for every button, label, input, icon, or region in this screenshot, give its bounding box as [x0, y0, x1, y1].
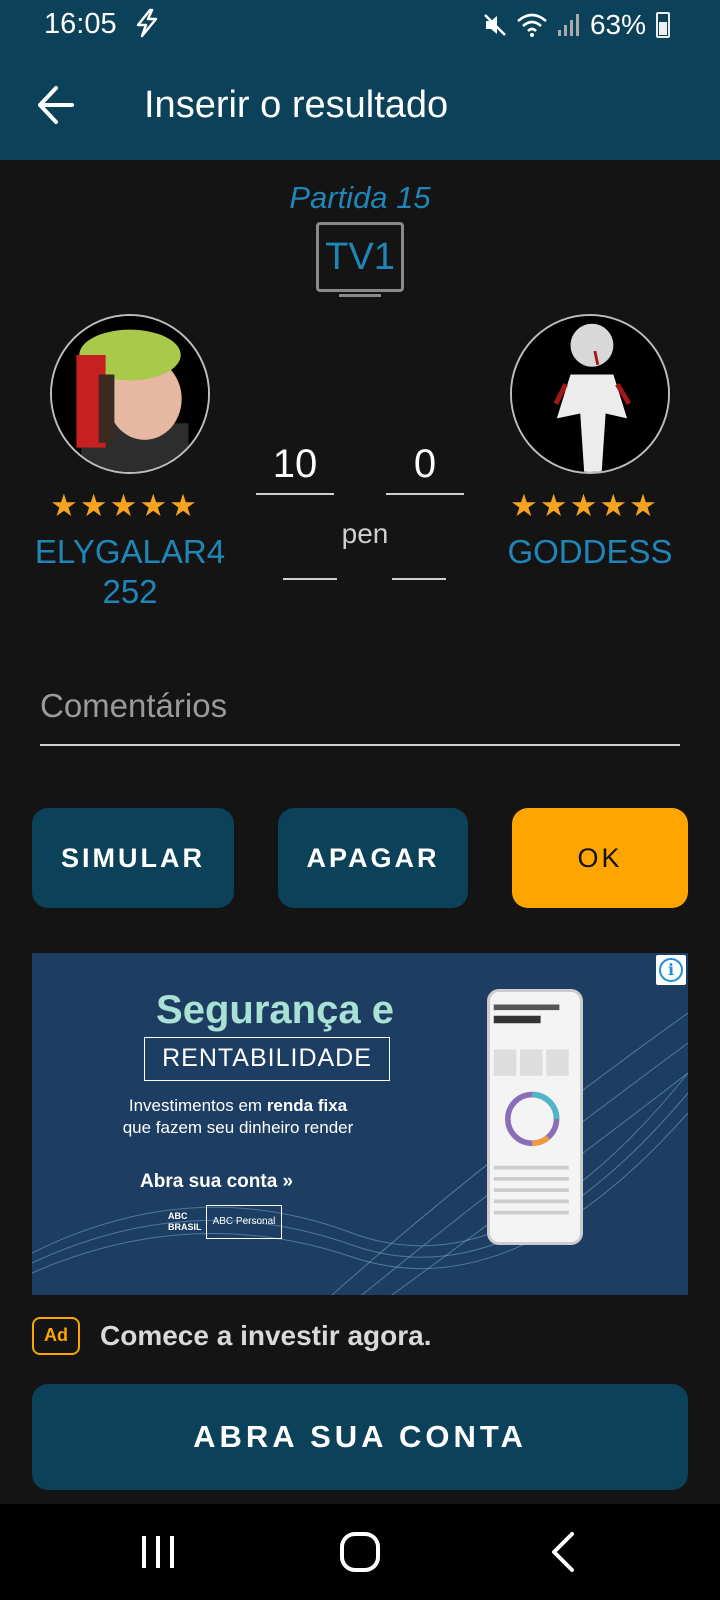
ad-logo-abc-brasil: ABC BRASIL [168, 1211, 202, 1232]
double-chevron-icon: » [282, 1171, 294, 1192]
battery-percent: 63% [589, 9, 646, 40]
ad-banner[interactable]: i Segurança e RENTABILIDADE Investimento… [32, 953, 688, 1295]
player-left-rating: ★★★★★ [50, 488, 199, 523]
flash-icon [136, 8, 158, 38]
comments-input[interactable] [40, 676, 680, 736]
ad-body-text: Investimentos em [128, 1096, 267, 1115]
score-right-input[interactable]: 0 [386, 442, 464, 495]
status-bar: 16:05 63% [0, 0, 720, 52]
phone-image [487, 989, 583, 1245]
penalty-left-input[interactable] [283, 578, 337, 580]
tv-icon: TV1 [316, 222, 404, 297]
player-left-avatar[interactable] [50, 314, 210, 474]
ad-cta[interactable]: Abra sua conta » [140, 1171, 293, 1193]
match-label: Partida 15 [289, 180, 431, 215]
simulate-button[interactable]: SIMULAR [32, 808, 234, 908]
comments-field[interactable] [40, 676, 680, 746]
page-title: Inserir o resultado [144, 84, 449, 126]
ad-body-bold: renda fixa [266, 1096, 348, 1115]
player-right-rating: ★★★★★ [510, 488, 659, 523]
back-icon[interactable] [540, 1528, 588, 1576]
player-left-photo [52, 316, 208, 472]
ad-subhead: RENTABILIDADE [144, 1037, 390, 1081]
ad-headline: Segurança e [156, 988, 394, 1032]
ad-info-button[interactable]: i [656, 955, 686, 985]
ad-tagline[interactable]: Comece a investir agora. [100, 1320, 431, 1352]
ad-body: Investimentos em renda fixa que fazem se… [88, 1095, 388, 1139]
penalty-label: pen [341, 518, 389, 549]
ad-row: Ad Comece a investir agora. [32, 1316, 431, 1356]
arrow-left-icon[interactable] [36, 82, 76, 128]
player-right-name[interactable]: GODDESS [490, 532, 690, 572]
battery-icon [656, 12, 670, 38]
phone-screen [493, 1004, 569, 1215]
ok-button[interactable]: OK [512, 808, 688, 908]
player-right-avatar[interactable] [510, 314, 670, 474]
player-left-name[interactable]: ELYGALAR4 252 [30, 532, 230, 612]
ad-logo-abc-personal: ABC Personal [206, 1205, 282, 1239]
score-left-input[interactable]: 10 [256, 442, 334, 495]
penalty-right-input[interactable] [392, 578, 446, 580]
status-icons: 63% [482, 8, 670, 42]
delete-button[interactable]: APAGAR [278, 808, 468, 908]
status-time: 16:05 [44, 8, 117, 40]
nav-bar [0, 1504, 720, 1600]
ad-cta-label: Abra sua conta [140, 1171, 278, 1192]
home-icon[interactable] [336, 1528, 384, 1576]
mute-icon [484, 14, 506, 36]
signal-icon [557, 14, 579, 36]
app-bar: Inserir o resultado [0, 52, 720, 160]
open-account-button[interactable]: ABRA SUA CONTA [32, 1384, 688, 1490]
ad-body-text-2: que fazem seu dinheiro render [122, 1118, 354, 1137]
table-label: TV1 [325, 236, 395, 278]
ad-badge: Ad [32, 1317, 80, 1355]
wifi-icon [517, 13, 547, 37]
player-right-photo [512, 316, 668, 472]
info-icon: i [659, 958, 683, 982]
recents-icon[interactable] [134, 1528, 182, 1576]
